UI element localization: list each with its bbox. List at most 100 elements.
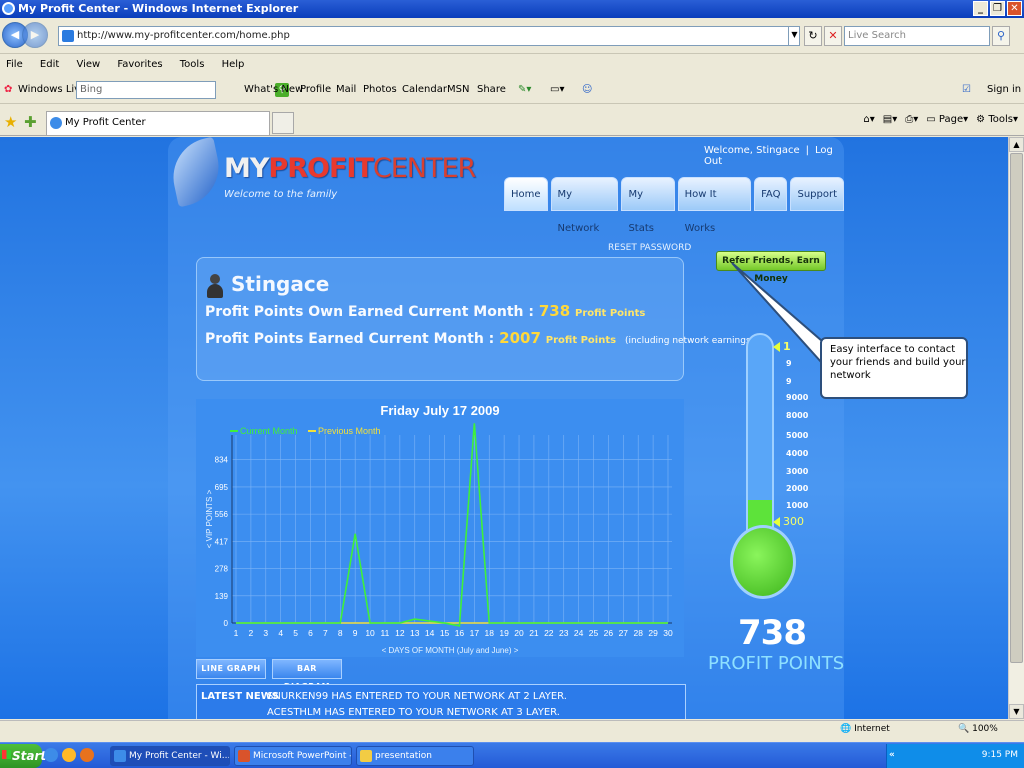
- line-graph-tab[interactable]: LINE GRAPH: [196, 659, 266, 679]
- address-bar[interactable]: http://www.my-profitcenter.com/home.php: [58, 26, 800, 46]
- zoom-icon: 🔍: [958, 724, 970, 734]
- scroll-up-button[interactable]: ▲: [1009, 137, 1024, 152]
- signin-link[interactable]: Sign in: [987, 84, 1021, 95]
- home-icon[interactable]: ⌂▾: [863, 114, 874, 125]
- toolbar-whats-new[interactable]: What's New: [244, 84, 303, 95]
- task-ie[interactable]: My Profit Center - Wi...: [110, 746, 230, 766]
- close-button[interactable]: ✕: [1007, 1, 1022, 16]
- scale-label: 2000: [786, 484, 809, 493]
- tab-title: My Profit Center: [65, 117, 146, 128]
- x-tick-label: 21: [529, 628, 539, 638]
- menu-help[interactable]: Help: [222, 59, 245, 70]
- site-tagline: Welcome to the family: [224, 189, 338, 200]
- status-zone[interactable]: 🌐 Internet: [840, 724, 890, 734]
- bing-value: Bing: [80, 84, 103, 95]
- x-tick-label: 15: [440, 628, 450, 638]
- task-powerpoint-icon: [238, 750, 250, 762]
- toolbar-profile[interactable]: Profile: [300, 84, 331, 95]
- status-zoom[interactable]: 🔍 100%: [958, 724, 998, 734]
- logo-emblem: [166, 137, 226, 208]
- bar-diagram-tab[interactable]: BAR DIAGRAM: [272, 659, 342, 691]
- menu-favorites[interactable]: Favorites: [117, 59, 162, 70]
- menu-edit[interactable]: Edit: [40, 59, 59, 70]
- stop-button[interactable]: ✕: [824, 26, 842, 46]
- messenger-icon[interactable]: ☺: [582, 84, 592, 95]
- chart-xlabel: < DAYS OF MONTH (July and June) >: [382, 646, 519, 655]
- task-folder[interactable]: presentation: [356, 746, 474, 766]
- nav-home[interactable]: Home: [504, 177, 548, 211]
- tools-menu[interactable]: ⚙ Tools▾: [976, 114, 1018, 125]
- forward-button[interactable]: ▶: [22, 22, 48, 48]
- site-logo[interactable]: MYPROFITCENTER: [224, 153, 476, 184]
- highlight-icon[interactable]: ▭▾: [550, 84, 564, 95]
- quick-mail-icon[interactable]: [62, 748, 76, 762]
- nav-how-it-works[interactable]: How It Works: [677, 177, 752, 234]
- menu-view[interactable]: View: [76, 59, 100, 70]
- start-button[interactable]: Start: [0, 744, 46, 768]
- bing-search-input[interactable]: Bing ⚲: [76, 81, 289, 99]
- nav-my-network[interactable]: My Network: [550, 177, 619, 234]
- scroll-down-button[interactable]: ▼: [1009, 704, 1024, 719]
- globe-icon: 🌐: [840, 724, 852, 734]
- own-points-value: 738: [538, 302, 571, 320]
- quick-ie-icon[interactable]: [44, 748, 58, 762]
- scroll-thumb[interactable]: [1010, 153, 1023, 663]
- restore-button[interactable]: ❐: [990, 1, 1005, 16]
- reset-password-link[interactable]: RESET PASSWORD: [608, 243, 691, 253]
- print-icon[interactable]: ⎙▾: [905, 114, 918, 125]
- y-tick-label: 695: [215, 483, 229, 492]
- chart-svg: Friday July 17 2009 Current Month Previou…: [205, 403, 673, 655]
- address-dropdown[interactable]: ▼: [788, 26, 800, 46]
- minimize-button[interactable]: _: [973, 1, 988, 16]
- menu-bar: File Edit View Favorites Tools Help: [0, 55, 1024, 75]
- favorites-star-icon[interactable]: ★: [4, 113, 17, 131]
- toolbar-mail[interactable]: Mail: [336, 84, 356, 95]
- tray-expand-icon[interactable]: «: [889, 750, 895, 760]
- tab-my-profit-center[interactable]: My Profit Center: [46, 111, 270, 135]
- menu-file[interactable]: File: [6, 59, 23, 70]
- profile-username: Stingace: [231, 272, 330, 296]
- search-icon[interactable]: ⚲: [992, 26, 1010, 46]
- toolbar-calendar[interactable]: Calendar: [402, 84, 447, 95]
- quick-firefox-icon[interactable]: [80, 748, 94, 762]
- nav-my-stats[interactable]: My Stats: [621, 177, 675, 234]
- menu-tools[interactable]: Tools: [180, 59, 205, 70]
- toolbar-share[interactable]: Share: [477, 84, 506, 95]
- latest-news: LATEST NEWS SNURKEN99 HAS ENTERED TO YOU…: [196, 684, 686, 719]
- chart-ylabel: < VIP POINTS >: [205, 489, 214, 548]
- spaces-icon[interactable]: ✎▾: [518, 84, 531, 95]
- new-tab-button[interactable]: [272, 112, 294, 134]
- tools-menu-label: Tools: [988, 114, 1013, 125]
- scale-label: 8000: [786, 411, 809, 420]
- chart-title: Friday July 17 2009: [380, 403, 499, 418]
- total-points-label: PROFIT POINTS: [708, 653, 845, 674]
- add-favorite-icon[interactable]: ✚: [24, 113, 37, 131]
- vertical-scrollbar[interactable]: ▲ ▼: [1008, 137, 1024, 719]
- chart-grid: [231, 435, 672, 624]
- toolbar-msn[interactable]: MSN: [447, 84, 469, 95]
- status-bar: 🌐 Internet 🔍 100%: [0, 720, 1024, 742]
- live-search-input[interactable]: Live Search: [844, 26, 990, 46]
- page-menu-label: Page: [938, 114, 964, 125]
- nav-support[interactable]: Support: [790, 177, 844, 211]
- windows-flag-icon: [2, 750, 11, 759]
- logo-center: CENTER: [372, 153, 476, 184]
- feeds-icon[interactable]: ▤▾: [883, 114, 897, 125]
- windows-live-icon: ✿: [4, 84, 13, 95]
- page-menu[interactable]: ▭ Page▾: [926, 114, 968, 125]
- own-points-line: Profit Points Own Earned Current Month :…: [205, 302, 645, 320]
- toolbar-photos[interactable]: Photos: [363, 84, 397, 95]
- task-powerpoint[interactable]: Microsoft PowerPoint - [...: [234, 746, 352, 766]
- chart-ticks: 1 2 3 4 5 6 7 8 9 10 11 12 13 14 15 16 17 18 19 20 21 22 23 24 2…: [215, 456, 673, 638]
- chart-tabs: LINE GRAPH BAR DIAGRAM: [196, 659, 342, 691]
- nav-faq[interactable]: FAQ: [754, 177, 788, 211]
- system-tray: « 9:15 PM: [886, 744, 1024, 768]
- points-thermometer: [730, 333, 796, 613]
- y-tick-label: 834: [215, 456, 229, 465]
- x-tick-label: 1: [234, 628, 239, 638]
- window-title-bar: My Profit Center - Windows Internet Expl…: [0, 0, 1024, 18]
- x-tick-label: 17: [470, 628, 480, 638]
- x-tick-label: 7: [323, 628, 328, 638]
- x-tick-label: 4: [278, 628, 283, 638]
- refresh-button[interactable]: ↻: [804, 26, 822, 46]
